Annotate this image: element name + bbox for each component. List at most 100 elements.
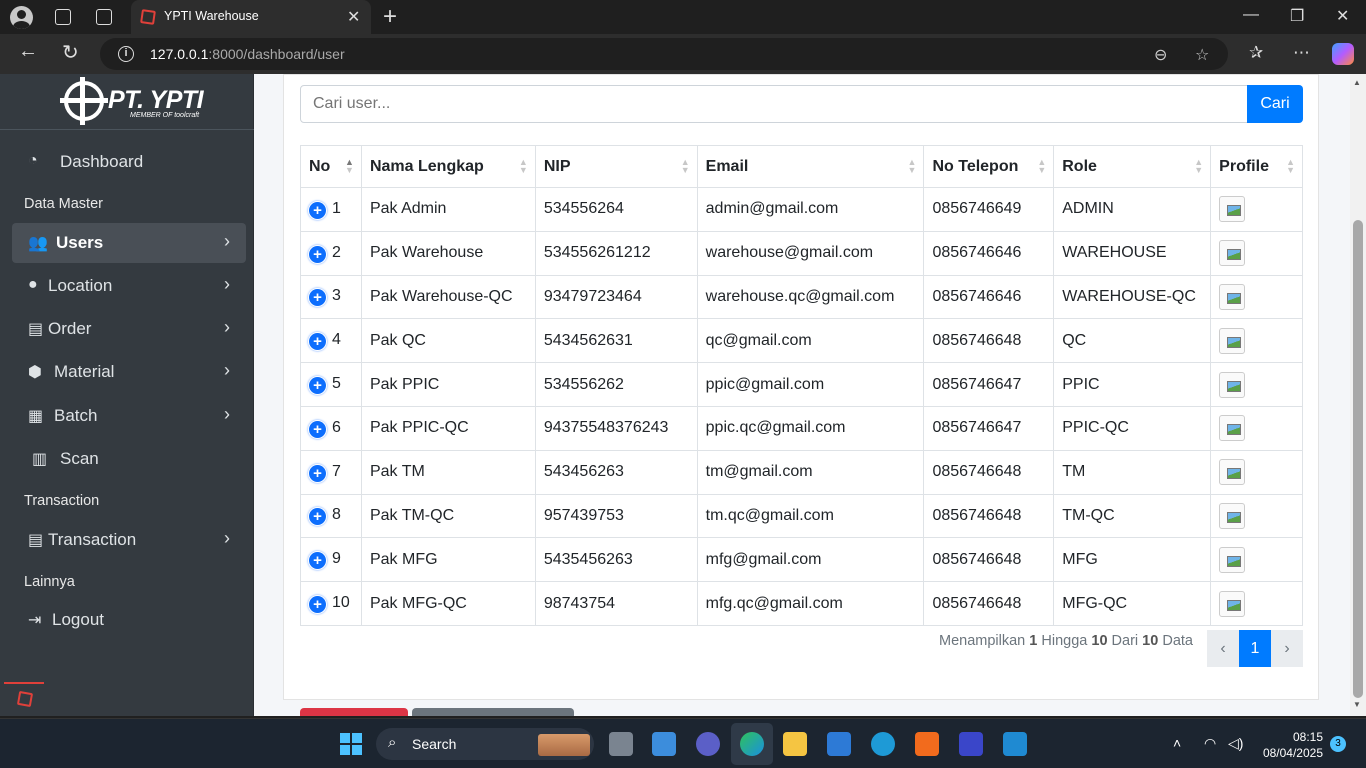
- table-row[interactable]: +6 Pak PPIC-QC 94375548376243 ppic.qc@gmail…: [300, 405, 1303, 451]
- back-icon[interactable]: ←: [18, 40, 38, 63]
- table-row[interactable]: +1 Pak Admin 534556264 admin@gmail.com 08567…: [300, 187, 1303, 232]
- laravel-debugbar-icon[interactable]: [4, 682, 44, 714]
- favorite-star-icon[interactable]: ☆: [1195, 45, 1209, 65]
- close-tab-icon[interactable]: ✕: [347, 7, 360, 27]
- expand-row-plus-icon[interactable]: +: [309, 245, 326, 263]
- sidebar-item-order[interactable]: ▤ Order ›: [12, 309, 246, 349]
- design-app-icon[interactable]: [959, 732, 983, 756]
- widgets-icon[interactable]: [652, 732, 676, 756]
- page-scrollbar[interactable]: ▲ ▼: [1350, 74, 1366, 716]
- profile-image-icon[interactable]: [1219, 196, 1246, 223]
- restore-icon[interactable]: ❐: [1290, 6, 1304, 26]
- red-action-button[interactable]: [300, 708, 408, 716]
- pagination-next-button[interactable]: ›: [1271, 630, 1303, 667]
- edge-browser-icon[interactable]: [740, 732, 764, 756]
- more-menu-icon[interactable]: ⋯: [1293, 43, 1310, 63]
- expand-row-plus-icon[interactable]: +: [309, 333, 326, 351]
- sidebar-item-dashboard[interactable]: ◔ Dashboard: [12, 142, 246, 182]
- profile-image-icon[interactable]: [1219, 371, 1246, 398]
- chat-app-icon[interactable]: [696, 732, 720, 756]
- table-row[interactable]: +8 Pak TM-QC 957439753 tm.qc@gmail.com 08567…: [300, 493, 1303, 539]
- xampp-icon[interactable]: [915, 732, 939, 756]
- expand-row-plus-icon[interactable]: +: [309, 201, 326, 219]
- gray-action-button[interactable]: [412, 708, 574, 716]
- table-row[interactable]: +2 Pak Warehouse 534556261212 warehouse@gma…: [300, 230, 1303, 276]
- column-header-email[interactable]: Email ▲ ▼: [696, 145, 925, 188]
- scroll-down-arrow-icon[interactable]: ▼: [1353, 700, 1361, 709]
- windows-start-icon[interactable]: [340, 733, 362, 755]
- pagination-prev-button[interactable]: ‹: [1207, 630, 1239, 667]
- refresh-icon[interactable]: ↻: [62, 40, 79, 65]
- column-header-nip[interactable]: NIP ▲ ▼: [534, 145, 698, 188]
- sidebar-item-location[interactable]: ● Location ›: [12, 266, 246, 306]
- app-icon[interactable]: [871, 732, 895, 756]
- favorites-icon[interactable]: ✰: [1249, 43, 1263, 63]
- table-row[interactable]: +10 Pak MFG-QC 98743754 mfg.qc@gmail.com 085…: [300, 581, 1303, 626]
- scroll-up-arrow-icon[interactable]: ▲: [1353, 78, 1361, 87]
- profile-image-icon[interactable]: [1219, 240, 1246, 267]
- column-header-no[interactable]: No ▲ ▼: [300, 145, 362, 188]
- reader-mode-icon[interactable]: ⊖: [1154, 45, 1167, 65]
- profile-image-icon[interactable]: [1219, 590, 1246, 617]
- sidebar-item-users[interactable]: 👥 Users ›: [12, 223, 246, 263]
- column-header-role[interactable]: Role ▲ ▼: [1053, 145, 1212, 188]
- profile-image-icon[interactable]: [1219, 283, 1246, 310]
- expand-row-plus-icon[interactable]: +: [309, 289, 326, 307]
- copilot-icon[interactable]: [1332, 43, 1354, 65]
- sidebar-item-material[interactable]: ⬢ Material ›: [12, 352, 246, 392]
- pagination-page-1[interactable]: 1: [1239, 630, 1271, 667]
- table-row[interactable]: +7 Pak TM 543456263 tm@gmail.com 0856746648 T…: [300, 449, 1303, 495]
- tray-overflow-chevron-icon[interactable]: ˄: [1173, 735, 1181, 751]
- expand-row-plus-icon[interactable]: +: [309, 377, 326, 395]
- table-row[interactable]: +9 Pak MFG 5435456263 mfg@gmail.com 08567466…: [300, 537, 1303, 583]
- profile-avatar-icon[interactable]: [10, 6, 33, 29]
- notification-badge[interactable]: 3: [1330, 736, 1346, 752]
- tab-actions-icon[interactable]: [96, 9, 112, 25]
- expand-row-plus-icon[interactable]: +: [309, 508, 326, 526]
- table-row[interactable]: +5 Pak PPIC 534556262 ppic@gmail.com 0856746…: [300, 362, 1303, 407]
- wifi-icon[interactable]: ◠: [1204, 735, 1216, 752]
- main-content: Cari No▲▼ Nama Lengkap▲▼ NIP▲▼ Email▲▼ N…: [254, 74, 1350, 716]
- sidebar-item-batch[interactable]: ▦ Batch ›: [12, 396, 246, 436]
- column-header-profile[interactable]: Profile ▲ ▼: [1210, 145, 1303, 188]
- microsoft-store-icon[interactable]: [827, 732, 851, 756]
- scroll-thumb[interactable]: [1353, 220, 1363, 698]
- profile-image-icon[interactable]: [1219, 327, 1246, 354]
- profile-image-icon[interactable]: [1219, 502, 1246, 529]
- expand-row-plus-icon[interactable]: +: [309, 596, 326, 614]
- column-header-phone[interactable]: No Telepon ▲ ▼: [923, 145, 1055, 188]
- profile-image-icon[interactable]: [1219, 415, 1246, 442]
- file-explorer-icon[interactable]: [783, 732, 807, 756]
- vscode-icon[interactable]: [1003, 732, 1027, 756]
- table-row[interactable]: +4 Pak QC 5434562631 qc@gmail.com 0856746648…: [300, 318, 1303, 364]
- sidebar-item-transaction[interactable]: ▤ Transaction ›: [12, 520, 246, 560]
- url-text[interactable]: 127.0.0.1:8000/dashboard/user: [150, 46, 345, 62]
- profile-image-icon[interactable]: [1219, 459, 1246, 486]
- expand-row-plus-icon[interactable]: +: [309, 464, 326, 482]
- cell-email: tm.qc@gmail.com: [696, 493, 925, 539]
- site-info-icon[interactable]: i: [118, 46, 134, 62]
- search-user-input[interactable]: [300, 85, 1248, 123]
- column-header-name[interactable]: Nama Lengkap ▲ ▼: [360, 145, 536, 188]
- cell-no: +3: [300, 274, 362, 320]
- expand-row-plus-icon[interactable]: +: [309, 552, 326, 570]
- close-window-icon[interactable]: ✕: [1336, 6, 1349, 26]
- cell-name: Pak TM-QC: [360, 493, 536, 539]
- brand-subtitle: MEMBER OF toolcraft: [130, 112, 200, 119]
- brand-logo[interactable]: PT. YPTI MEMBER OF toolcraft: [0, 74, 254, 130]
- minimize-icon[interactable]: —: [1243, 6, 1259, 24]
- collections-icon[interactable]: [55, 9, 71, 25]
- sidebar-item-logout[interactable]: ⇥ Logout: [12, 600, 246, 640]
- browser-tab[interactable]: YPTI Warehouse ✕: [131, 0, 371, 34]
- search-button[interactable]: Cari: [1247, 85, 1303, 123]
- table-row[interactable]: +3 Pak Warehouse-QC 93479723464 warehouse.q…: [300, 274, 1303, 320]
- task-view-icon[interactable]: [609, 732, 633, 756]
- new-tab-icon[interactable]: +: [383, 3, 397, 31]
- taskbar-clock[interactable]: 08:15 08/04/2025: [1257, 729, 1323, 761]
- taskbar-search[interactable]: ⌕ Search: [376, 728, 594, 760]
- volume-icon[interactable]: ◁): [1228, 735, 1243, 752]
- profile-image-icon[interactable]: [1219, 546, 1246, 573]
- address-bar[interactable]: i 127.0.0.1:8000/dashboard/user ⊖ ☆: [100, 38, 1228, 70]
- expand-row-plus-icon[interactable]: +: [309, 420, 326, 438]
- sidebar-item-scan[interactable]: ▥ Scan: [12, 439, 246, 479]
